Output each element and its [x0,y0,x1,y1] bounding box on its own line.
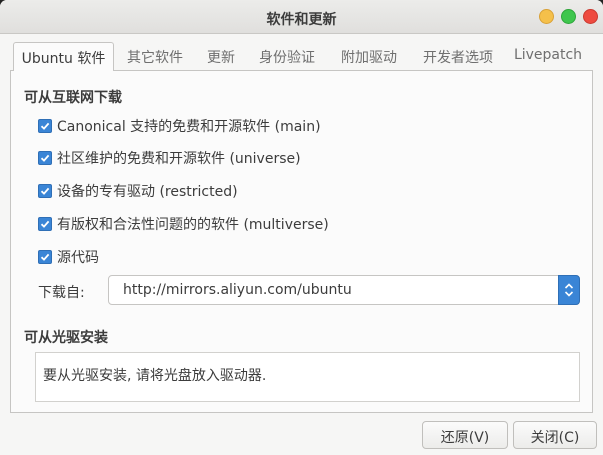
window-title: 软件和更新 [266,12,337,28]
checkmark-icon [40,220,50,228]
revert-button[interactable]: 还原(V) [422,421,508,449]
title-bar[interactable]: 软件和更新 [0,0,603,34]
download-from-label: 下载自: [38,285,85,301]
tab-developer-options[interactable]: 开发者选项 [410,42,506,71]
checkbox-multiverse[interactable] [38,217,52,231]
checkbox-source-code[interactable] [38,250,52,264]
cdrom-section-title: 可从光驱安装 [24,330,108,346]
option-restricted[interactable]: 设备的专有驱动 (restricted) [38,182,238,200]
checkbox-main[interactable] [38,119,52,133]
download-server-value: http://mirrors.aliyun.com/ubuntu [123,282,352,298]
checkmark-icon [40,154,50,162]
combo-arrow-button[interactable] [558,275,580,305]
tab-bar: Ubuntu 软件 其它软件 更新 身份验证 附加驱动 开发者选项 Livepa… [10,42,593,72]
download-server-combo[interactable]: http://mirrors.aliyun.com/ubuntu [108,275,580,305]
tab-additional-drivers[interactable]: 附加驱动 [328,42,410,71]
tab-updates[interactable]: 更新 [196,42,246,71]
checkmark-icon [40,187,50,195]
close-window-button[interactable] [583,9,598,24]
option-main-label: Canonical 支持的免费和开源软件 (main) [57,119,321,135]
cdrom-message: 要从光驱安装, 请将光盘放入驱动器. [43,368,267,384]
tab-other-software[interactable]: 其它软件 [114,42,196,71]
tab-livepatch[interactable]: Livepatch [506,42,590,71]
option-universe[interactable]: 社区维护的免费和开源软件 (universe) [38,149,301,167]
checkmark-icon [40,122,50,130]
close-button[interactable]: 关闭(C) [513,421,597,449]
checkbox-restricted[interactable] [38,184,52,198]
option-multiverse-label: 有版权和合法性问题的的软件 (multiverse) [57,217,329,233]
ubuntu-software-page: 可从互联网下载 Canonical 支持的免费和开源软件 (main) 社区维护… [10,71,593,413]
internet-section-title: 可从互联网下载 [24,90,122,106]
minimize-button[interactable] [539,9,554,24]
chevron-up-down-icon [564,283,574,297]
software-updates-window: 软件和更新 Ubuntu 软件 其它软件 更新 身份验证 附加驱动 开发者选项 … [0,0,603,455]
tab-authentication[interactable]: 身份验证 [246,42,328,71]
option-universe-label: 社区维护的免费和开源软件 (universe) [57,151,301,167]
checkbox-universe[interactable] [38,151,52,165]
option-source-code[interactable]: 源代码 [38,248,99,266]
option-restricted-label: 设备的专有驱动 (restricted) [57,184,238,200]
option-main[interactable]: Canonical 支持的免费和开源软件 (main) [38,117,321,135]
checkmark-icon [40,253,50,261]
tab-ubuntu-software[interactable]: Ubuntu 软件 [13,42,114,72]
maximize-button[interactable] [561,9,576,24]
option-multiverse[interactable]: 有版权和合法性问题的的软件 (multiverse) [38,215,329,233]
notebook: Ubuntu 软件 其它软件 更新 身份验证 附加驱动 开发者选项 Livepa… [10,42,593,413]
cdrom-message-box: 要从光驱安装, 请将光盘放入驱动器. [35,352,580,402]
option-source-code-label: 源代码 [57,250,99,266]
